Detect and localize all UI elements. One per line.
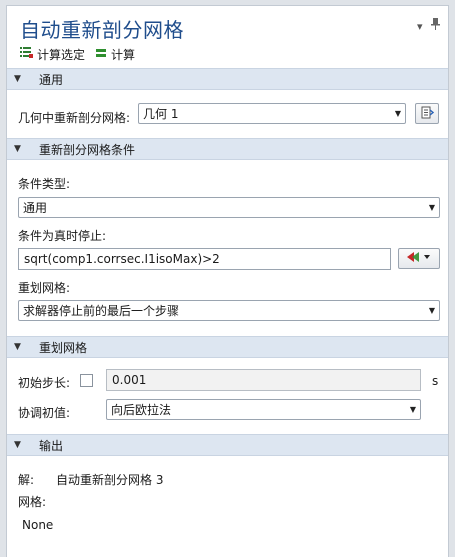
- solution-label: 解:: [18, 473, 35, 487]
- collapse-chevron-icon: ▼: [14, 342, 21, 352]
- geometry-select[interactable]: 几何 1 ▼: [138, 103, 406, 124]
- initial-step-label: 初始步长:: [18, 376, 71, 390]
- condition-type-label: 条件类型:: [18, 177, 71, 191]
- remesh-at-value: 求解器停止前的最后一个步骤: [23, 304, 180, 318]
- consistent-init-label: 协调初值:: [18, 406, 71, 420]
- panel-title: 自动重新剖分网格: [20, 18, 184, 42]
- mesh-value: None: [22, 518, 54, 532]
- insert-expression-button[interactable]: [398, 248, 440, 269]
- insert-expression-icon: [406, 251, 432, 266]
- condition-type-value: 通用: [23, 201, 48, 215]
- compute-label: 计算: [111, 47, 136, 62]
- solution-value: 自动重新剖分网格 3: [56, 473, 164, 487]
- chevron-down-icon: ▼: [409, 405, 417, 414]
- stop-condition-value: sqrt(comp1.corrsec.I1isoMax)>2: [24, 252, 220, 266]
- geometry-label: 几何中重新剖分网格:: [18, 111, 131, 125]
- initial-step-value: 0.001: [112, 373, 147, 387]
- go-to-source-icon: [421, 106, 434, 122]
- compute-selected-label: 计算选定: [37, 47, 86, 62]
- compute-button[interactable]: 计算: [95, 46, 135, 63]
- condition-type-select[interactable]: 通用 ▼: [18, 197, 440, 218]
- initial-step-checkbox[interactable]: [80, 374, 93, 387]
- remesh-at-label: 重划网格:: [18, 281, 71, 295]
- dropdown-arrow-icon[interactable]: ▾: [417, 20, 423, 33]
- section-conditions-header[interactable]: ▼ 重新剖分网格条件: [7, 138, 448, 160]
- section-conditions-label: 重新剖分网格条件: [39, 142, 136, 157]
- section-general-header[interactable]: ▼ 通用: [7, 68, 448, 90]
- consistent-init-select[interactable]: 向后欧拉法 ▼: [106, 399, 421, 420]
- section-remesh-header[interactable]: ▼ 重划网格: [7, 336, 448, 358]
- remesh-at-select[interactable]: 求解器停止前的最后一个步骤 ▼: [18, 300, 440, 321]
- chevron-down-icon: ▼: [428, 306, 436, 315]
- section-general-label: 通用: [39, 72, 64, 87]
- geometry-select-value: 几何 1: [143, 107, 179, 121]
- initial-step-unit: s: [432, 374, 439, 388]
- toolbar: 计算选定 计算: [20, 46, 145, 62]
- stop-condition-input[interactable]: sqrt(comp1.corrsec.I1isoMax)>2: [18, 248, 391, 270]
- compute-selected-button[interactable]: 计算选定: [20, 46, 85, 63]
- initial-step-input[interactable]: 0.001: [106, 369, 421, 391]
- section-output-label: 输出: [39, 438, 64, 453]
- go-to-source-button[interactable]: [415, 103, 439, 124]
- mesh-label: 网格:: [18, 495, 47, 509]
- consistent-init-value: 向后欧拉法: [111, 403, 172, 417]
- chevron-down-icon: ▼: [394, 109, 402, 118]
- title-controls: ▾: [412, 18, 440, 33]
- settings-panel: 自动重新剖分网格 ▾ 计算选定 计算 ▼ 通用 几何中重新剖分网格: 几何 1 …: [6, 5, 449, 557]
- compute-icon: [95, 47, 107, 61]
- collapse-chevron-icon: ▼: [14, 440, 21, 450]
- chevron-down-icon: ▼: [428, 203, 436, 212]
- stop-condition-label: 条件为真时停止:: [18, 229, 107, 243]
- section-output-header[interactable]: ▼ 输出: [7, 434, 448, 456]
- section-remesh-label: 重划网格: [39, 340, 88, 355]
- pin-icon[interactable]: [431, 18, 440, 33]
- collapse-chevron-icon: ▼: [14, 74, 21, 84]
- compute-selected-icon: [20, 46, 33, 62]
- collapse-chevron-icon: ▼: [14, 144, 21, 154]
